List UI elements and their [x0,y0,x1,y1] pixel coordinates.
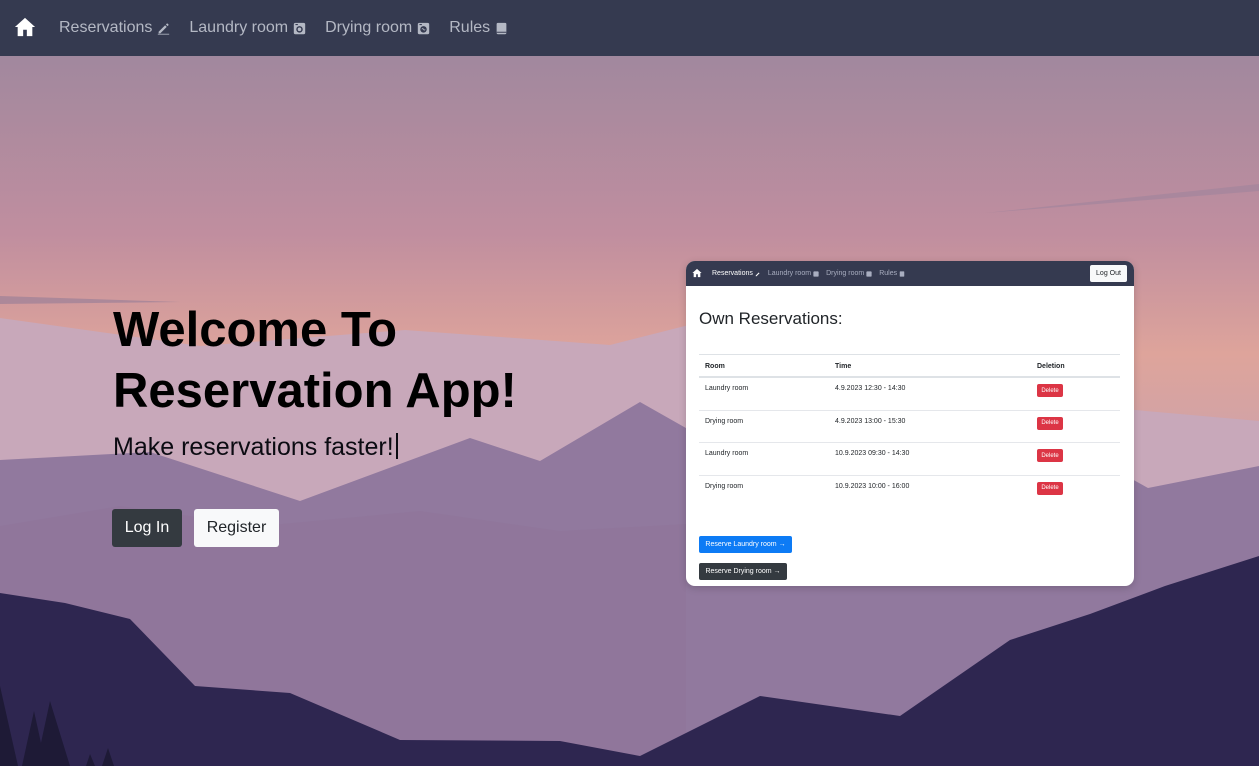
preview-logout-button: Log Out [1090,265,1127,282]
login-button[interactable]: Log In [112,509,182,547]
preview-heading: Own Reservations: [699,309,843,328]
preview-nav-rules: Rules [879,270,905,277]
top-navbar: Reservations Laundry room Drying room Ru… [0,0,1259,56]
cell-room: Laundry room [705,450,749,457]
register-button[interactable]: Register [194,509,279,547]
preview-reservations-table: Room Time Deletion Laundry room 4.9.2023… [699,354,1120,508]
table-row: Laundry room 10.9.2023 09:30 - 14:30 Del… [699,443,1120,476]
preview-reserve-drying-button: Reserve Drying room → [699,563,787,580]
column-header-deletion: Deletion [1037,363,1065,370]
dryer-icon [418,22,430,34]
nav-link-rules[interactable]: Rules [449,19,508,37]
preview-navbar: Reservations Laundry room Drying room Ru… [686,261,1134,286]
nav-link-label: Drying room [325,19,413,36]
cell-time: 10.9.2023 09:30 - 14:30 [835,450,910,457]
nav-link-laundry-room[interactable]: Laundry room [189,19,306,37]
delete-button: Delete [1037,481,1063,495]
preview-nav-drying-room: Drying room [826,270,872,277]
cell-time: 4.9.2023 12:30 - 14:30 [835,385,906,392]
table-row: Drying room 4.9.2023 13:00 - 15:30 Delet… [699,411,1120,443]
preview-nav-links: Reservations Laundry room Drying room Ru… [712,261,905,286]
delete-button: Delete [1037,449,1063,462]
hero-title: Welcome To Reservation App! [113,303,517,418]
nav-link-reservations[interactable]: Reservations [59,19,170,37]
washer-icon [293,22,306,34]
preview-nav-label: Rules [879,270,898,277]
dryer-icon [866,270,872,277]
table-row: Laundry room 4.9.2023 12:30 - 14:30 Dele… [699,378,1120,411]
nav-link-drying-room[interactable]: Drying room [325,19,430,37]
cell-time: 4.9.2023 13:00 - 15:30 [835,417,906,425]
book-icon [899,270,905,277]
preview-nav-reservations: Reservations [712,270,761,277]
delete-button: Delete [1037,416,1063,430]
table-row: Drying room 10.9.2023 10:00 - 16:00 Dele… [699,476,1120,509]
preview-nav-label: Reservations [712,270,753,277]
pencil-icon [158,22,170,35]
cell-room: Laundry room [705,385,749,392]
nav-link-label: Rules [449,19,491,36]
cell-room: Drying room [705,417,744,425]
column-header-time: Time [835,363,852,370]
book-icon [496,22,507,34]
preview-home-icon [692,268,702,278]
column-header-room: Room [705,363,725,370]
pencil-icon [755,272,760,276]
typing-caret [395,433,398,459]
preview-nav-label: Laundry room [767,270,812,277]
preview-nav-laundry-room: Laundry room [768,270,819,277]
table-header: Room Time Deletion [699,354,1120,378]
nav-link-label: Laundry room [189,19,289,36]
hero-subtitle: Make reservations faster! [113,433,398,462]
home-icon[interactable] [14,16,36,38]
nav-link-label: Reservations [59,19,153,36]
delete-button: Delete [1037,384,1063,397]
hero-subtitle-text: Make reservations faster! [113,433,394,461]
preview-reserve-laundry-button: Reserve Laundry room → [699,536,792,553]
cell-room: Drying room [705,482,744,490]
app-preview-card: Reservations Laundry room Drying room Ru… [686,261,1134,586]
nav-links: Reservations Laundry room Drying room Ru… [59,0,508,56]
washer-icon [813,270,819,277]
cell-time: 10.9.2023 10:00 - 16:00 [835,482,910,490]
preview-nav-label: Drying room [826,270,865,277]
